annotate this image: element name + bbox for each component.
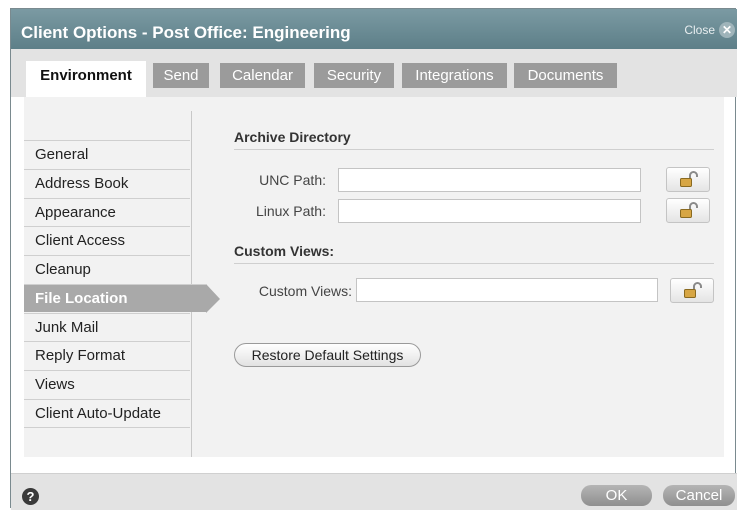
sidebar-item-cleanup[interactable]: Cleanup (24, 255, 190, 283)
sidebar-item-client-access[interactable]: Client Access (24, 226, 190, 254)
linux-lock-button[interactable] (666, 198, 710, 223)
restore-defaults-button[interactable]: Restore Default Settings (234, 343, 421, 367)
dialog-footer: ? OK Cancel (11, 473, 737, 510)
archive-directory-heading: Archive Directory (234, 129, 351, 145)
custom-views-heading: Custom Views: (234, 243, 335, 259)
custom-views-label: Custom Views: (258, 283, 352, 299)
dialog-title: Client Options - Post Office: Engineerin… (21, 23, 351, 42)
sidebar-item-general[interactable]: General (24, 140, 190, 168)
linux-path-label: Linux Path: (255, 203, 326, 219)
sidebar-end-divider (24, 427, 190, 428)
tab-documents[interactable]: Documents (514, 63, 617, 88)
lock-open-icon (684, 282, 702, 298)
sidebar-item-file-location[interactable]: File Location (24, 284, 220, 313)
tab-security[interactable]: Security (314, 63, 394, 88)
unc-lock-button[interactable] (666, 167, 710, 192)
help-icon[interactable]: ? (22, 488, 39, 505)
sidebar-item-views[interactable]: Views (24, 370, 190, 398)
tab-send[interactable]: Send (153, 63, 209, 88)
unc-path-input[interactable] (338, 168, 641, 192)
archive-divider (234, 149, 714, 150)
sidebar-item-reply-format[interactable]: Reply Format (24, 341, 190, 369)
close-link[interactable]: Close (684, 23, 715, 37)
linux-path-input[interactable] (338, 199, 641, 223)
sidebar-item-address-book[interactable]: Address Book (24, 169, 190, 197)
sidebar-item-appearance[interactable]: Appearance (24, 198, 190, 226)
unc-path-label: UNC Path: (259, 172, 326, 188)
sidebar-item-junk-mail[interactable]: Junk Mail (24, 313, 190, 341)
lock-open-icon (680, 202, 698, 218)
sidebar-nav: General Address Book Appearance Client A… (24, 97, 220, 457)
custom-views-lock-button[interactable] (670, 278, 714, 303)
custom-views-input[interactable] (356, 278, 658, 302)
tab-bar: Environment Send Calendar Security Integ… (11, 49, 737, 97)
lock-open-icon (680, 171, 698, 187)
tab-integrations[interactable]: Integrations (402, 63, 507, 88)
cancel-button[interactable]: Cancel (663, 485, 735, 506)
dialog-titlebar: Client Options - Post Office: Engineerin… (11, 9, 737, 49)
tab-environment[interactable]: Environment (26, 61, 146, 97)
tab-calendar[interactable]: Calendar (220, 63, 305, 88)
sidebar-item-client-auto-update[interactable]: Client Auto-Update (24, 399, 190, 427)
custom-views-divider (234, 263, 714, 264)
close-icon[interactable]: ✕ (719, 22, 735, 38)
client-options-dialog: Client Options - Post Office: Engineerin… (10, 8, 737, 510)
settings-panel: General Address Book Appearance Client A… (24, 97, 724, 457)
ok-button[interactable]: OK (581, 485, 652, 506)
